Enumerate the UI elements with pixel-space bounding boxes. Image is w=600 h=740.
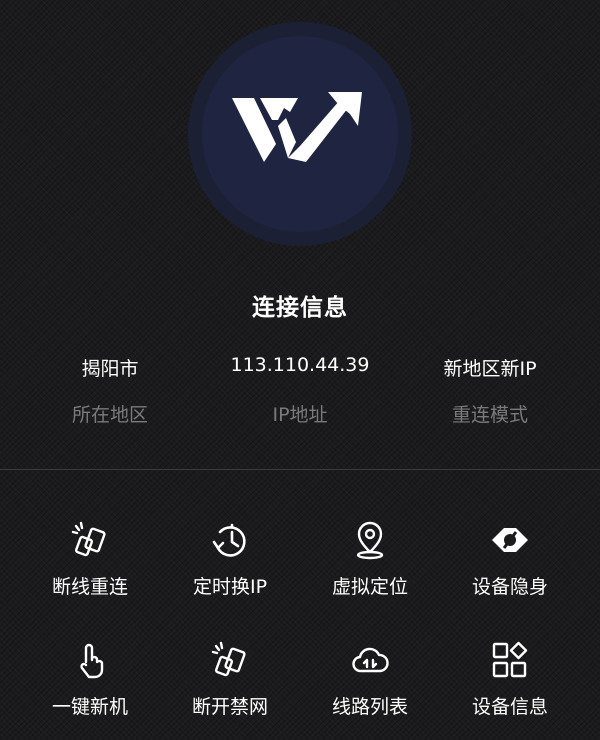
region-label: 所在地区: [71, 404, 148, 426]
connection-labels-row: 所在地区 IP地址 重连模式: [0, 400, 600, 427]
tool-label: 设备信息: [471, 696, 548, 718]
grid-icon: [492, 641, 528, 678]
tool-label: 一键新机: [51, 696, 128, 718]
tool-route-list[interactable]: 线路列表: [300, 640, 440, 730]
disconnect-icon: [211, 641, 246, 677]
app-logo-inner: [202, 36, 398, 232]
reconnect-mode-value: 新地区新IP: [443, 358, 537, 380]
tool-label: 线路列表: [331, 696, 408, 718]
tool-virtual-location[interactable]: 虚拟定位: [300, 520, 440, 610]
region-value: 揭阳市: [81, 358, 139, 380]
tool-disconnect-block-network[interactable]: 断开禁网: [160, 640, 300, 730]
tool-label: 定时换IP: [192, 576, 268, 598]
tool-timer-change-ip[interactable]: 定时换IP: [160, 520, 300, 610]
connection-values-row: 揭阳市 113.110.44.39 新地区新IP: [0, 354, 600, 381]
tool-label: 设备隐身: [471, 576, 548, 598]
tool-label: 断开禁网: [191, 696, 268, 718]
logo-w-arrow-icon: [232, 92, 362, 162]
tool-one-click-new-device[interactable]: 一键新机: [20, 640, 160, 730]
timer-icon: [212, 523, 246, 557]
hidden-eye-icon: [492, 528, 528, 552]
reconnect-mode-label: 重连模式: [451, 404, 528, 426]
tap-finger-icon: [80, 643, 104, 679]
ip-label: IP地址: [272, 404, 328, 426]
ip-value: 113.110.44.39: [230, 354, 370, 376]
location-pin-icon: [356, 521, 384, 560]
tool-disconnect-reconnect[interactable]: 断线重连: [20, 520, 160, 610]
tool-label: 虚拟定位: [331, 576, 408, 598]
tool-device-stealth[interactable]: 设备隐身: [440, 520, 580, 610]
disconnect-reconnect-icon: [71, 521, 106, 557]
connection-info-title: 连接信息: [252, 295, 348, 321]
tool-label: 断线重连: [51, 576, 128, 598]
cloud-transfer-icon: [352, 647, 389, 673]
section-divider: [0, 469, 600, 470]
app-logo: [188, 22, 412, 246]
tool-device-info[interactable]: 设备信息: [440, 640, 580, 730]
